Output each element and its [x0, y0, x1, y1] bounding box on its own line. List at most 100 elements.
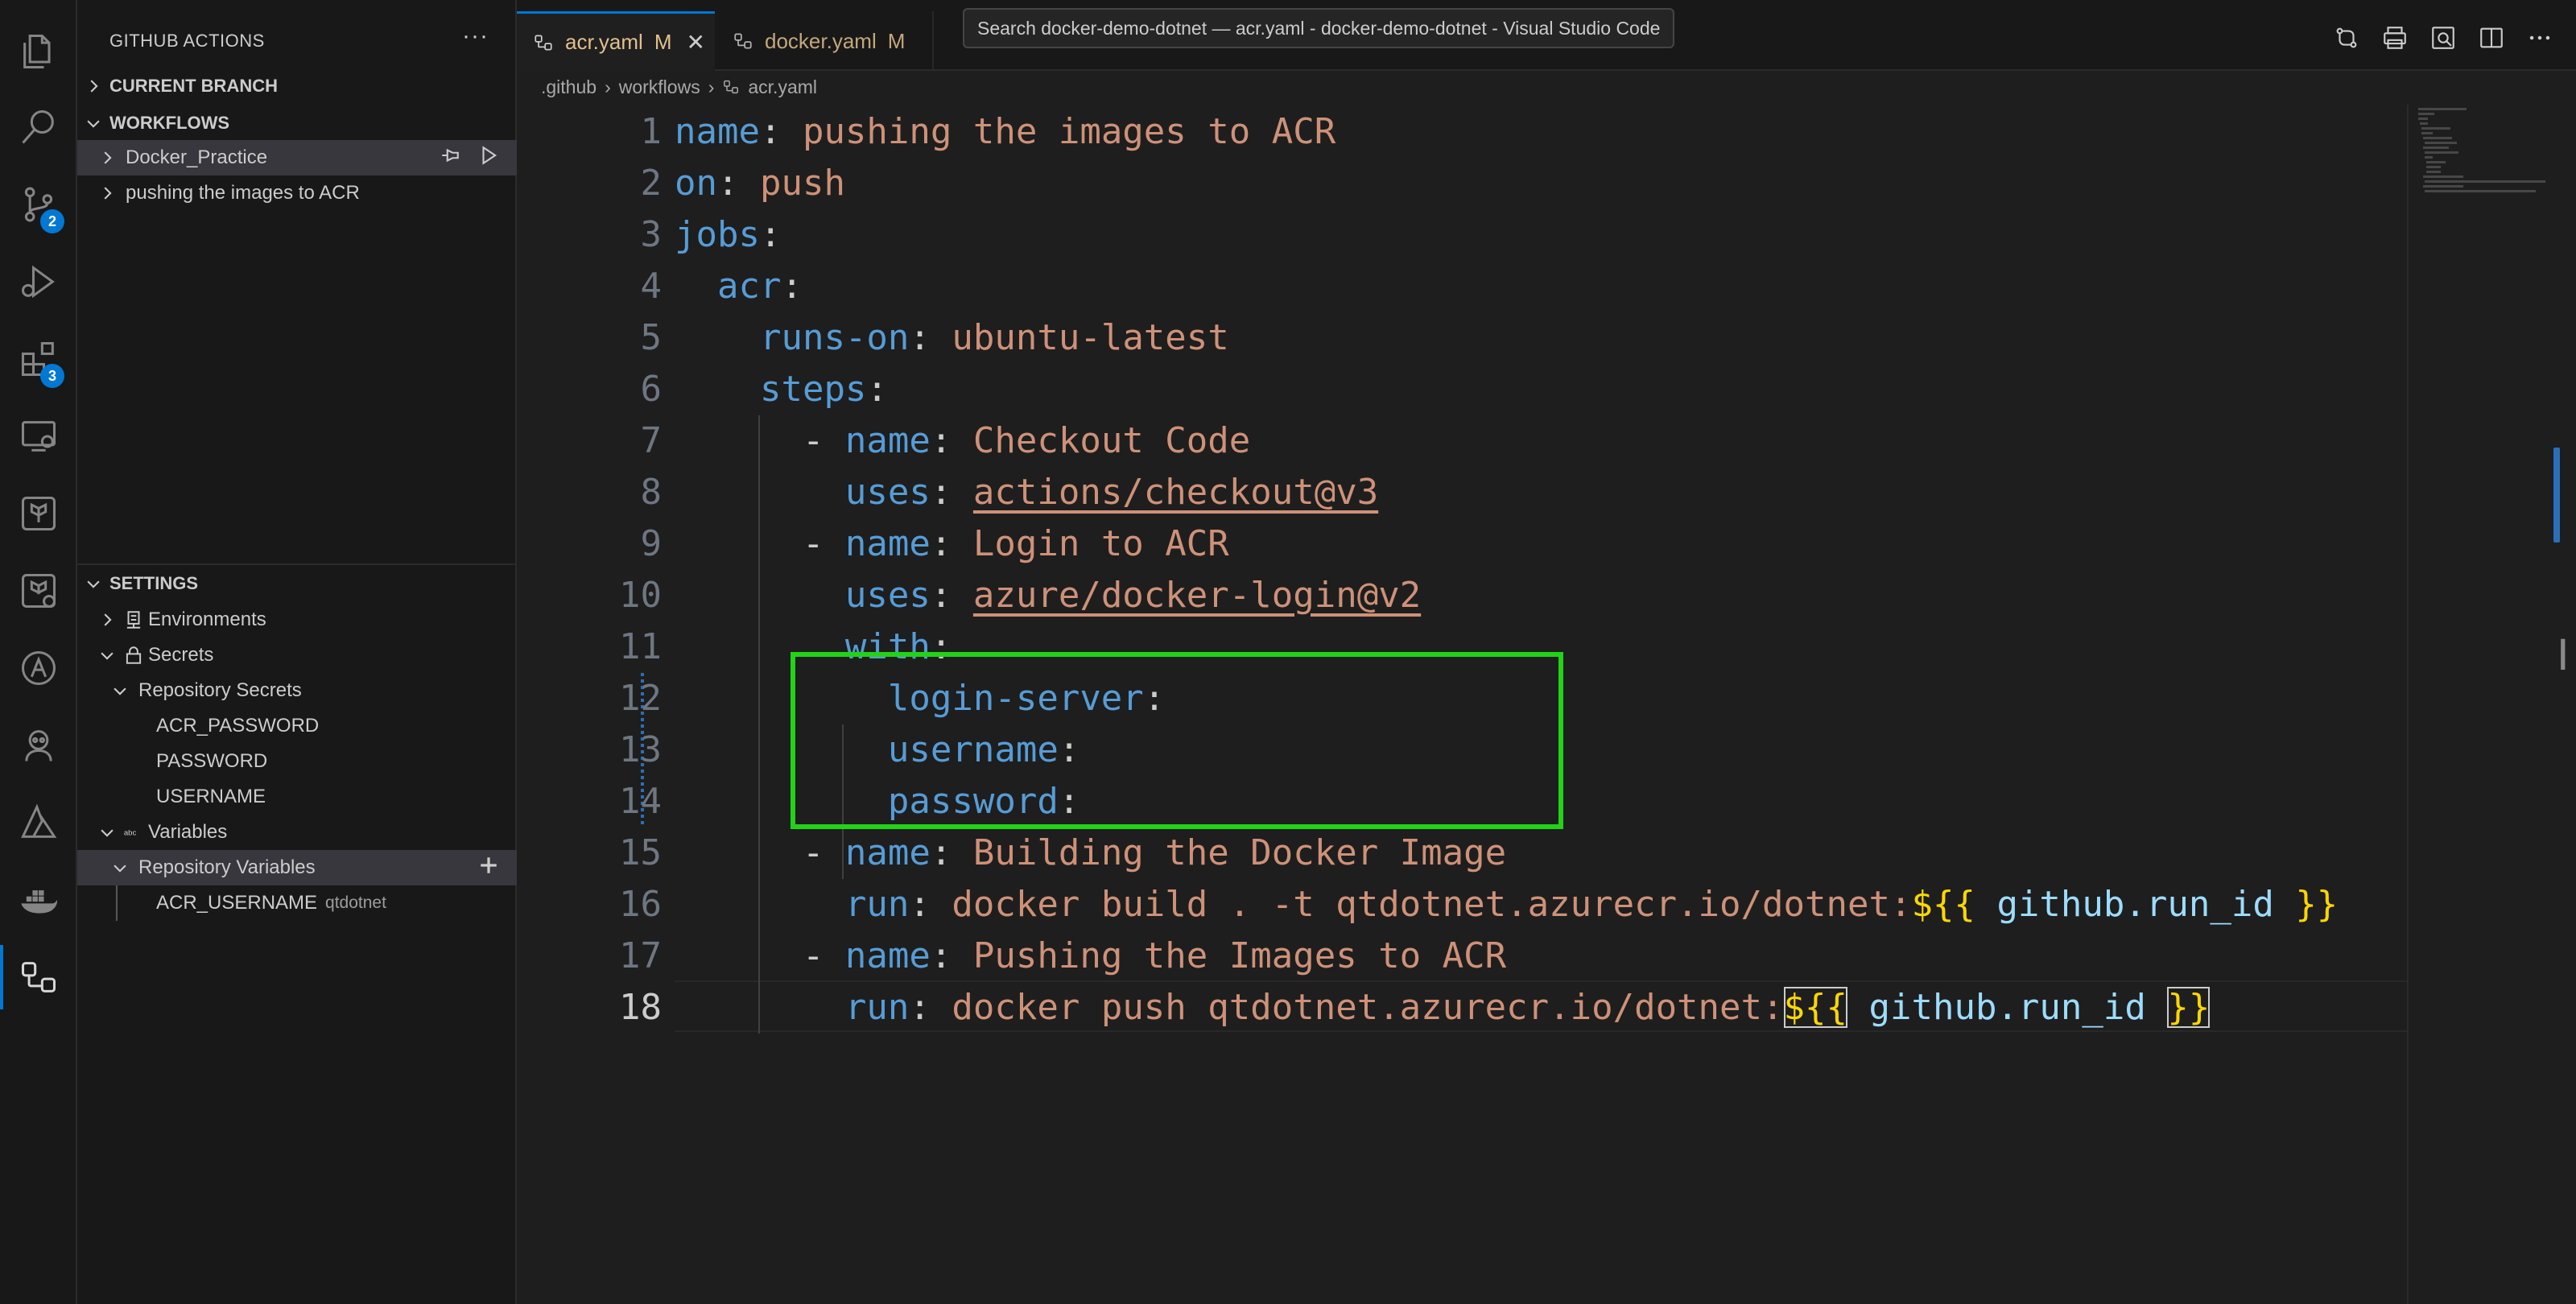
- variable-value: qtdotnet: [325, 893, 386, 912]
- chevron-down-icon: [108, 682, 132, 699]
- minimap-line: [2423, 146, 2449, 149]
- minimap-line: [2418, 118, 2428, 120]
- remote-explorer-icon[interactable]: [0, 398, 77, 475]
- yaml-key: name: [675, 111, 760, 152]
- section-current-branch-label: CURRENT BRANCH: [109, 76, 278, 96]
- github-copilot-icon[interactable]: [0, 707, 77, 784]
- highlight-annotation-box: [791, 652, 1563, 829]
- open-changes-icon[interactable]: [2333, 24, 2360, 55]
- line-number: 13: [619, 729, 662, 770]
- workflow-item-docker-practice[interactable]: Docker_Practice: [77, 140, 517, 175]
- chevron-down-icon: [77, 114, 109, 132]
- expression-close: }}: [2295, 884, 2339, 925]
- section-settings[interactable]: SETTINGS: [77, 567, 517, 600]
- secret-item[interactable]: USERNAME: [77, 779, 517, 815]
- docker-icon[interactable]: [0, 861, 77, 939]
- yaml-key: name: [844, 832, 931, 873]
- search-icon[interactable]: [0, 89, 77, 166]
- secret-label: USERNAME: [156, 786, 266, 807]
- yaml-value: Checkout Code: [972, 420, 1251, 461]
- split-editor-icon[interactable]: [2478, 24, 2505, 55]
- minimap[interactable]: [2407, 105, 2576, 1304]
- minimap-line: [2425, 151, 2458, 154]
- chevron-right-icon: ›: [605, 76, 611, 97]
- chevron-right-icon: ›: [708, 76, 715, 97]
- settings-environments-label: Environments: [148, 609, 266, 630]
- pin-icon[interactable]: [440, 145, 460, 171]
- minimap-line: [2425, 190, 2536, 192]
- chevron-right-icon: [95, 184, 119, 202]
- expression-variable: github.run_id: [1868, 987, 2146, 1028]
- breadcrumb-item[interactable]: .github: [541, 76, 597, 98]
- scrollbar-thumb[interactable]: [2553, 448, 2560, 543]
- code-editor[interactable]: 1 2 3 4 5 6 7 8 9 10 11 12 13 14 15 16 1…: [517, 105, 2407, 1304]
- secret-item[interactable]: PASSWORD: [77, 744, 517, 779]
- terraform-cloud-icon[interactable]: [0, 552, 77, 629]
- more-actions-icon[interactable]: [2526, 24, 2553, 55]
- chevron-down-icon: [95, 646, 119, 664]
- workflow-item-pushing-images[interactable]: pushing the images to ACR: [77, 175, 517, 211]
- terraform-icon[interactable]: [0, 475, 77, 552]
- breadcrumb-item[interactable]: acr.yaml: [748, 76, 817, 98]
- minimap-line: [2418, 113, 2434, 115]
- line-number: 1: [640, 111, 663, 152]
- yaml-key: run: [844, 884, 910, 925]
- tab-acr-yaml[interactable]: acr.yaml M ✕: [517, 11, 715, 71]
- run-workflow-icon[interactable]: [478, 145, 499, 171]
- secret-item[interactable]: ACR_PASSWORD: [77, 708, 517, 744]
- close-icon[interactable]: ✕: [686, 29, 704, 56]
- repository-variables-label: Repository Variables: [138, 856, 316, 878]
- line-number: 11: [619, 626, 662, 667]
- code-line: jobs:: [675, 214, 782, 255]
- abc-symbol-icon: abc: [119, 822, 148, 843]
- variable-item[interactable]: ACR_USERNAME qtdotnet: [77, 885, 517, 921]
- code-line: uses: actions/checkout@v3: [844, 472, 1379, 513]
- azure-a-icon[interactable]: [0, 629, 77, 707]
- breadcrumb-item[interactable]: workflows: [619, 76, 700, 98]
- yaml-value: docker push qtdotnet.azurecr.io/dotnet:: [952, 987, 1784, 1028]
- expression-open: ${{: [1783, 987, 1847, 1028]
- section-workflows[interactable]: WORKFLOWS: [77, 106, 517, 140]
- repository-secrets-label: Repository Secrets: [138, 679, 302, 701]
- explorer-icon[interactable]: [0, 13, 77, 90]
- tab-docker-yaml[interactable]: docker.yaml M: [716, 11, 934, 71]
- variable-name: ACR_USERNAME: [156, 892, 318, 914]
- repository-secrets-item[interactable]: Repository Secrets: [77, 673, 517, 708]
- action-link[interactable]: azure/docker-login@v2: [973, 575, 1421, 616]
- minimap-line: [2418, 108, 2467, 110]
- line-number: 9: [640, 523, 663, 564]
- more-actions-icon[interactable]: ···: [462, 23, 489, 50]
- svg-text:abc: abc: [124, 828, 137, 837]
- line-number: 6: [640, 369, 663, 410]
- server-icon: [119, 609, 148, 630]
- add-variable-icon[interactable]: [478, 855, 499, 881]
- settings-item-secrets[interactable]: Secrets: [77, 638, 517, 673]
- section-current-branch[interactable]: CURRENT BRANCH: [77, 69, 517, 103]
- line-number: 10: [619, 575, 662, 616]
- code-line: - name: Checkout Code: [675, 420, 1251, 461]
- action-link[interactable]: actions/checkout@v3: [973, 472, 1378, 513]
- preview-icon[interactable]: [2429, 24, 2457, 55]
- yaml-key: name: [844, 420, 931, 461]
- lock-icon: [119, 645, 148, 666]
- yaml-key: runs-on: [759, 317, 910, 358]
- secret-label: PASSWORD: [156, 750, 268, 772]
- modified-indicator: M: [887, 28, 906, 53]
- run-debug-icon[interactable]: [0, 243, 77, 320]
- github-actions-sidebar: GITHUB ACTIONS ··· CURRENT BRANCH WORKFL…: [77, 0, 517, 1304]
- repository-variables-item[interactable]: Repository Variables: [77, 850, 517, 885]
- code-line: - name: Pushing the Images to ACR: [675, 935, 1507, 976]
- tab-label: acr.yaml: [565, 30, 643, 54]
- github-actions-icon[interactable]: [0, 939, 77, 1016]
- yaml-value: pushing the images to ACR: [802, 111, 1336, 152]
- minimap-line: [2423, 137, 2452, 139]
- line-number: 4: [640, 266, 663, 307]
- settings-item-variables[interactable]: abc Variables: [77, 815, 517, 850]
- extensions-icon[interactable]: 3: [0, 320, 77, 398]
- source-control-icon[interactable]: 2: [0, 166, 77, 243]
- line-number: 8: [640, 472, 663, 513]
- print-icon[interactable]: [2381, 24, 2409, 55]
- azure-icon[interactable]: [0, 784, 77, 861]
- expression-open: ${{: [1911, 884, 1975, 925]
- settings-item-environments[interactable]: Environments: [77, 602, 517, 638]
